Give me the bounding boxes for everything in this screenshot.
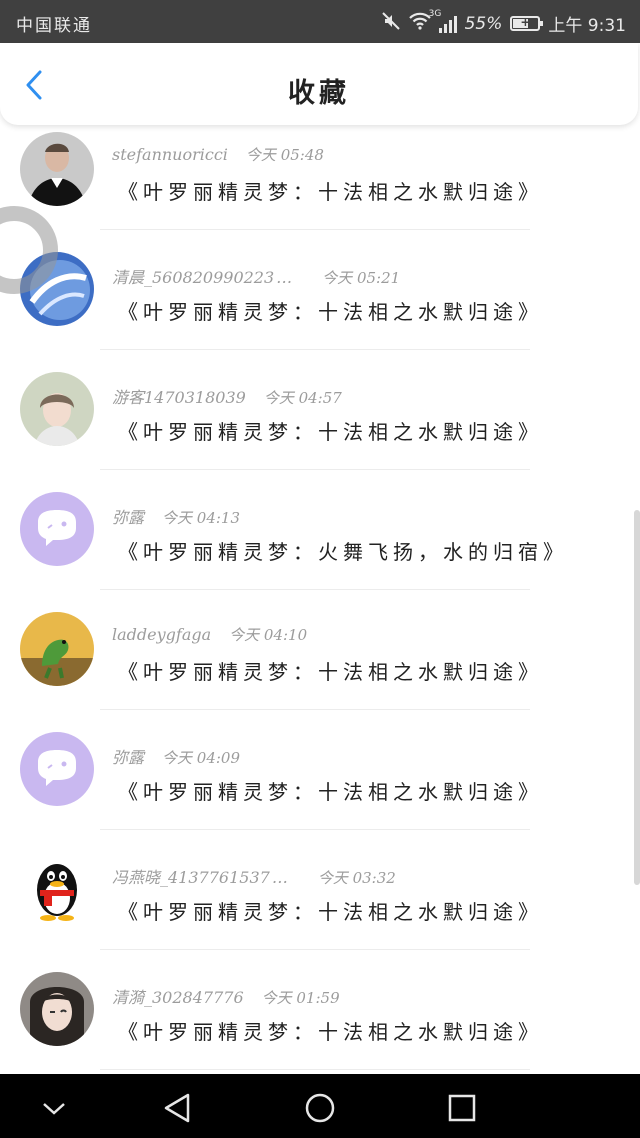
user-name: laddeygfaga	[112, 625, 212, 644]
timestamp: 今天 04:57	[263, 389, 342, 407]
home-nav-button[interactable]	[302, 1090, 338, 1126]
clock: 上午 9:31	[548, 16, 626, 36]
item-title: 《叶罗丽精灵梦：十法相之水默归途》	[118, 900, 543, 924]
hide-nav-button[interactable]	[36, 1090, 72, 1126]
battery-percent: 55%	[464, 13, 503, 34]
avatar[interactable]	[20, 492, 94, 566]
status-bar: 中国联通 3G 55% + 上午 9:31	[0, 0, 640, 43]
list-item[interactable]: 弥露 今天 04:13 《叶罗丽精灵梦：火舞飞扬，水的归宿》	[0, 470, 640, 590]
item-meta: 清漪_302847776 今天 01:59	[112, 984, 340, 1008]
user-name: 冯燕晓_4137761537	[112, 868, 270, 887]
list-item[interactable]: 游客1470318039 今天 04:57 《叶罗丽精灵梦：十法相之水默归途》	[0, 350, 640, 470]
chat-bubble-icon	[20, 732, 94, 806]
list-item[interactable]: 弥露 今天 04:09 《叶罗丽精灵梦：十法相之水默归途》	[0, 710, 640, 830]
user-name: stefannuoricci	[112, 145, 228, 164]
user-name: 弥露	[112, 508, 145, 527]
list-item[interactable]: 冯燕晓_4137761537… 今天 03:32 《叶罗丽精灵梦：十法相之水默归途…	[0, 830, 640, 950]
timestamp: 今天 04:10	[229, 626, 308, 644]
status-icons: 3G 55% + 上午 9:31	[381, 9, 626, 36]
ellipsis: …	[271, 868, 288, 887]
avatar[interactable]	[20, 372, 94, 446]
avatar[interactable]	[20, 732, 94, 806]
list-item[interactable]: laddeygfaga 今天 04:10 《叶罗丽精灵梦：十法相之水默归途》	[0, 590, 640, 710]
list-item[interactable]: stefannuoricci 今天 05:48 《叶罗丽精灵梦：十法相之水默归途》	[0, 110, 640, 230]
item-meta: stefannuoricci 今天 05:48	[112, 144, 324, 165]
item-title: 《叶罗丽精灵梦：十法相之水默归途》	[118, 300, 543, 324]
item-meta: 弥露 今天 04:13	[112, 504, 240, 528]
timestamp: 今天 05:21	[322, 269, 401, 287]
navigation-bar	[0, 1074, 640, 1138]
item-meta: 冯燕晓_4137761537… 今天 03:32	[112, 864, 396, 888]
chat-bubble-icon	[20, 492, 94, 566]
timestamp: 今天 04:13	[162, 509, 241, 527]
user-name: 游客1470318039	[112, 388, 246, 407]
home-circle-icon	[305, 1093, 335, 1123]
item-title: 《叶罗丽精灵梦：十法相之水默归途》	[118, 420, 543, 444]
avatar[interactable]	[20, 972, 94, 1046]
avatar[interactable]	[20, 132, 94, 206]
chevron-down-icon	[43, 1103, 65, 1115]
back-triangle-icon	[164, 1093, 190, 1123]
timestamp: 今天 01:59	[261, 989, 340, 1007]
item-meta: 弥露 今天 04:09	[112, 744, 240, 768]
app-header: 收藏	[0, 43, 638, 125]
item-title: 《叶罗丽精灵梦：十法相之水默归途》	[118, 180, 543, 204]
wifi-icon	[408, 12, 431, 35]
qq-penguin-icon	[20, 852, 94, 926]
user-name: 弥露	[112, 748, 145, 767]
avatar[interactable]	[20, 612, 94, 686]
avatar[interactable]	[20, 852, 94, 926]
item-meta: 清晨_560820990223… 今天 05:21	[112, 264, 400, 288]
ellipsis: …	[276, 268, 293, 287]
item-title: 《叶罗丽精灵梦：十法相之水默归途》	[118, 660, 543, 684]
user-name: 清晨_560820990223	[112, 268, 275, 287]
list-item[interactable]: 清晨_560820990223… 今天 05:21 《叶罗丽精灵梦：十法相之水默归…	[0, 230, 640, 350]
item-meta: 游客1470318039 今天 04:57	[112, 384, 342, 408]
page-title: 收藏	[288, 78, 350, 109]
item-title: 《叶罗丽精灵梦：十法相之水默归途》	[118, 780, 543, 804]
item-title: 《叶罗丽精灵梦：十法相之水默归途》	[118, 1020, 543, 1044]
divider	[100, 1069, 530, 1070]
user-name: 清漪_302847776	[112, 988, 244, 1007]
recents-square-icon	[448, 1094, 476, 1122]
timestamp: 今天 05:48	[245, 146, 324, 164]
back-nav-button[interactable]	[160, 1090, 196, 1126]
mute-icon	[381, 11, 401, 36]
timestamp: 今天 03:32	[317, 869, 396, 887]
network-type: 3G	[428, 8, 442, 19]
timestamp: 今天 04:09	[162, 749, 241, 767]
scrollbar[interactable]	[634, 510, 640, 885]
battery-icon: +	[510, 15, 544, 31]
item-meta: laddeygfaga 今天 04:10	[112, 624, 307, 645]
signal-icon: 3G	[429, 9, 457, 33]
item-title: 《叶罗丽精灵梦：火舞飞扬，水的归宿》	[118, 540, 568, 564]
carrier-label: 中国联通	[16, 16, 92, 36]
list-item[interactable]: 清漪_302847776 今天 01:59 《叶罗丽精灵梦：十法相之水默归途》	[0, 950, 640, 1070]
recents-nav-button[interactable]	[444, 1090, 480, 1126]
